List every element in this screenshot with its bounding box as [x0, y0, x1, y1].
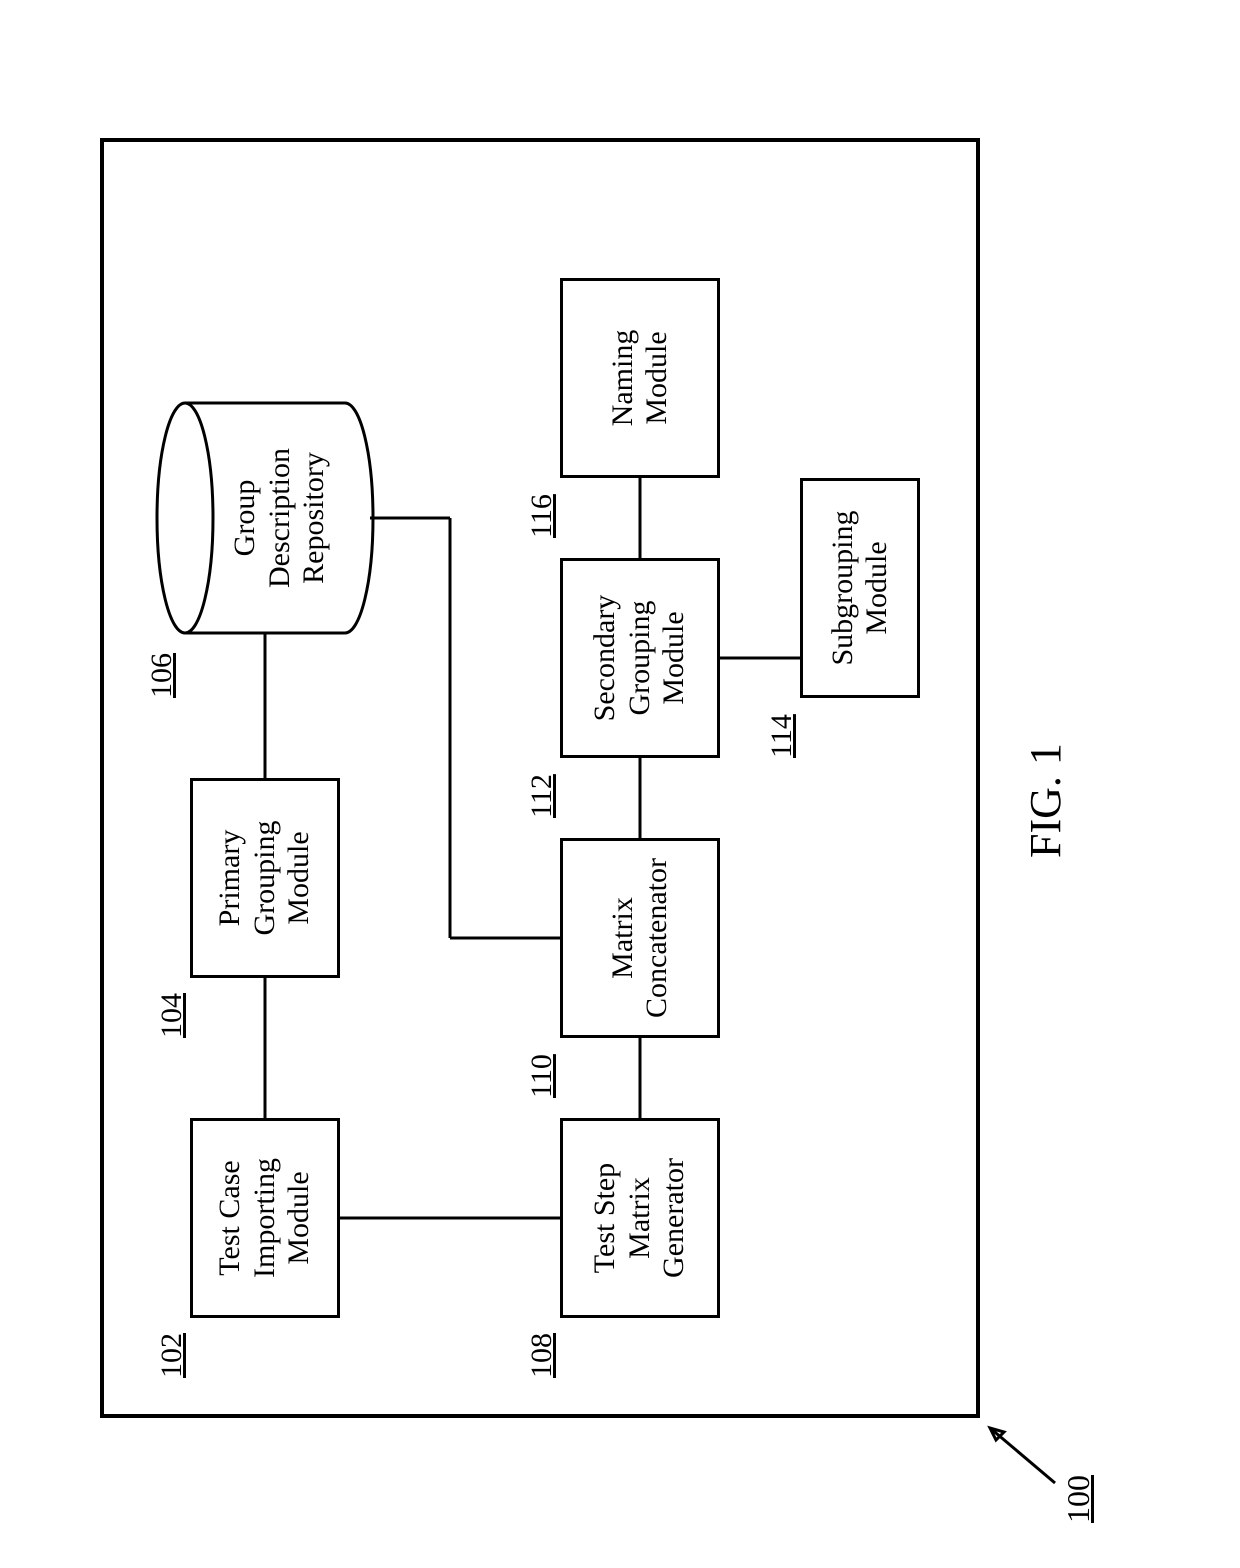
ref-108: 108 [525, 1333, 559, 1378]
ref-102: 102 [155, 1333, 189, 1378]
block-label: MatrixConcatenator [606, 858, 675, 1018]
block-label: NamingModule [606, 330, 675, 427]
diagram-canvas: Test CaseImportingModule 102 PrimaryGrou… [0, 0, 1240, 1568]
block-test-case-importing: Test CaseImportingModule [190, 1118, 340, 1318]
block-naming-module: NamingModule [560, 278, 720, 478]
block-subgrouping-module: SubgroupingModule [800, 478, 920, 698]
block-test-step-matrix-generator: Test StepMatrixGenerator [560, 1118, 720, 1318]
block-label: GroupDescriptionRepository [228, 448, 332, 588]
block-label: SubgroupingModule [826, 511, 895, 666]
ref-100: 100 [1060, 1475, 1097, 1523]
block-label: SecondaryGroupingModule [588, 595, 692, 722]
ref-116: 116 [525, 494, 559, 538]
block-matrix-concatenator: MatrixConcatenator [560, 838, 720, 1038]
ref-112: 112 [525, 774, 559, 818]
block-primary-grouping: PrimaryGroupingModule [190, 778, 340, 978]
ref-114: 114 [765, 714, 799, 758]
block-label: Test CaseImportingModule [213, 1158, 317, 1278]
block-secondary-grouping: SecondaryGroupingModule [560, 558, 720, 758]
ref-104: 104 [155, 993, 189, 1038]
block-label: PrimaryGroupingModule [213, 821, 317, 936]
ref-110: 110 [525, 1054, 559, 1098]
figure-caption: FIG. 1 [1020, 743, 1071, 858]
block-label: Test StepMatrixGenerator [588, 1158, 692, 1278]
block-group-description-repository: GroupDescriptionRepository [210, 403, 350, 633]
ref-106: 106 [145, 653, 179, 698]
